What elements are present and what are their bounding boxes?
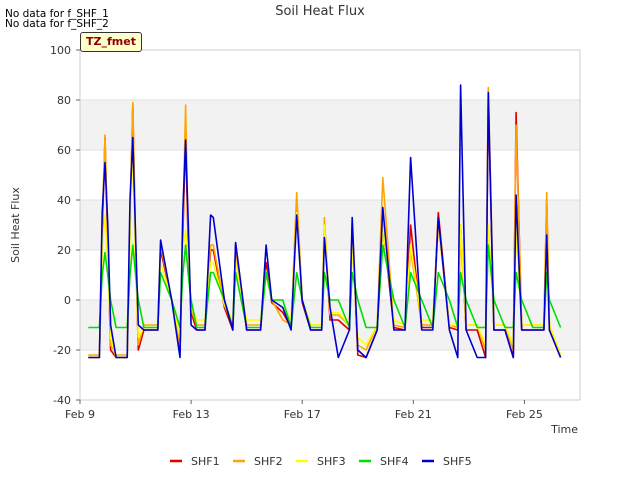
y-tick-label: -20: [53, 344, 71, 357]
legend-label-shf3: SHF3: [317, 455, 346, 468]
y-tick-label: 0: [64, 294, 71, 307]
x-tick-label: Feb 9: [65, 408, 95, 421]
legend-label-shf5: SHF5: [443, 455, 472, 468]
legend-label-shf4: SHF4: [380, 455, 409, 468]
x-axis-label: Time: [550, 423, 578, 436]
x-tick-label: Feb 25: [506, 408, 543, 421]
soil-heat-flux-chart: Soil Heat Flux -40 -20 0 20 40 60 80 100 Feb 9 F…: [9, 4, 581, 468]
y-tick-label: -40: [53, 394, 71, 407]
y-axis-label: Soil Heat Flux: [9, 187, 22, 263]
y-tick-label: 80: [57, 94, 71, 107]
legend-label-shf1: SHF1: [191, 455, 220, 468]
x-tick-label: Feb 13: [173, 408, 210, 421]
x-tick-label: Feb 17: [284, 408, 321, 421]
legend-label-shf2: SHF2: [254, 455, 283, 468]
y-tick-label: 20: [57, 244, 71, 257]
timezone-badge: TZ_fmet: [80, 32, 142, 52]
y-tick-label: 60: [57, 144, 71, 157]
y-tick-label: 100: [50, 44, 71, 57]
legend: SHF1 SHF2 SHF3 SHF4 SHF5: [170, 455, 472, 468]
x-tick-label: Feb 21: [395, 408, 432, 421]
chart-title: Soil Heat Flux: [275, 4, 365, 19]
plot-band: [80, 200, 580, 250]
y-tick-label: 40: [57, 194, 71, 207]
plot-band: [80, 100, 580, 150]
